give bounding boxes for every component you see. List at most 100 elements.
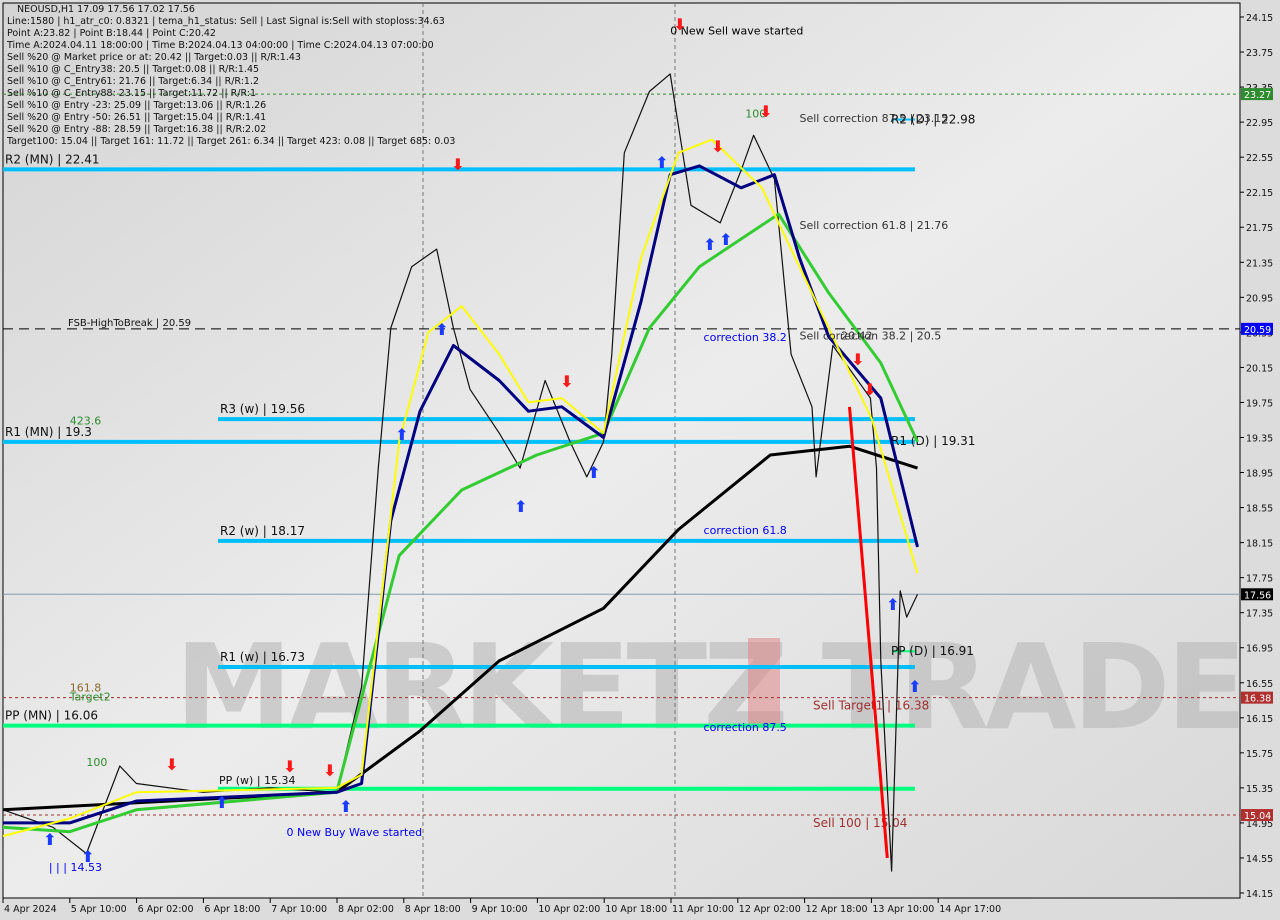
info-line: Point A:23.82 | Point B:18.44 | Point C:…	[7, 28, 216, 39]
watermark-logo-bar	[748, 638, 780, 728]
y-tick-label: 20.15	[1246, 363, 1273, 374]
sell-arrow-icon: ⬇	[165, 755, 178, 774]
y-tick-label: 20.95	[1246, 293, 1273, 304]
x-tick-label: 9 Apr 10:00	[472, 904, 528, 915]
x-tick-label: 5 Apr 10:00	[71, 904, 127, 915]
y-tick-label: 19.75	[1246, 398, 1273, 409]
buy-arrow-icon: ⬆	[703, 235, 716, 254]
info-line: Sell %20 @ Entry -50: 26.51 || Target:15…	[7, 112, 267, 123]
buy-arrow-icon: ⬆	[587, 463, 600, 482]
y-tick-label: 21.35	[1246, 258, 1273, 269]
y-tick-label: 22.15	[1246, 188, 1273, 199]
price-tag-label: 23.27	[1244, 90, 1271, 101]
y-tick-label: 18.15	[1246, 539, 1273, 550]
y-tick-label: 22.55	[1246, 153, 1273, 164]
x-tick-label: 7 Apr 10:00	[271, 904, 327, 915]
y-tick-label: 16.95	[1246, 644, 1273, 655]
price-axis[interactable]: 24.1523.7523.3522.9522.5522.1521.7521.35…	[1240, 13, 1273, 900]
buy-arrow-icon: ⬆	[886, 595, 899, 614]
y-tick-label: 15.35	[1246, 784, 1273, 795]
info-line: Sell %20 @ Entry -88: 28.59 || Target:16…	[7, 124, 267, 135]
sell-arrow-icon: ⬇	[863, 380, 876, 399]
x-tick-label: 6 Apr 02:00	[138, 904, 194, 915]
x-tick-label: 8 Apr 02:00	[338, 904, 394, 915]
chart-annotation: correction 87.5	[704, 721, 787, 734]
x-tick-label: 12 Apr 02:00	[739, 904, 801, 915]
sell-arrow-icon: ⬇	[851, 350, 864, 369]
price-tag-label: 15.04	[1244, 811, 1271, 822]
y-tick-label: 21.75	[1246, 223, 1273, 234]
y-tick-label: 17.75	[1246, 574, 1273, 585]
y-tick-label: 15.75	[1246, 749, 1273, 760]
sell-arrow-icon: ⬇	[759, 102, 772, 121]
info-line: Sell %10 @ Entry -23: 25.09 || Target:13…	[7, 100, 267, 111]
level-label: R2 (MN) | 22.41	[5, 152, 100, 166]
chart-annotation: correction 61.8	[704, 524, 787, 537]
level-label: R2 (w) | 18.17	[220, 524, 305, 538]
buy-arrow-icon: ⬆	[215, 793, 228, 812]
sell-arrow-icon: ⬇	[323, 761, 336, 780]
symbol-ohlc: NEOUSD,H1 17.09 17.56 17.02 17.56	[17, 4, 195, 15]
level-label: FSB-HighToBreak | 20.59	[68, 318, 191, 329]
y-tick-label: 16.15	[1246, 714, 1273, 725]
x-tick-label: 11 Apr 10:00	[672, 904, 734, 915]
chart-annotation: correction 38.2	[704, 331, 787, 344]
info-line: Sell %10 @ C_Entry61: 21.76 || Target:6.…	[7, 76, 260, 87]
info-line: Sell %10 @ C_Entry38: 20.5 || Target:0.0…	[7, 64, 260, 75]
y-tick-label: 17.35	[1246, 609, 1273, 620]
buy-arrow-icon: ⬆	[395, 425, 408, 444]
info-line: Target100: 15.04 || Target 161: 11.72 ||…	[7, 136, 456, 147]
y-tick-label: 24.15	[1246, 13, 1273, 24]
y-tick-label: 14.15	[1246, 889, 1273, 900]
buy-arrow-icon: ⬆	[908, 677, 921, 696]
info-line: Time A:2024.04.11 18:00:00 | Time B:2024…	[7, 40, 434, 51]
level-label: Sell Target1 | 16.38	[813, 699, 929, 713]
y-tick-label: 18.95	[1246, 469, 1273, 480]
x-tick-label: 13 Apr 10:00	[872, 904, 934, 915]
x-tick-label: 10 Apr 02:00	[538, 904, 600, 915]
sell-arrow-icon: ⬇	[283, 757, 296, 776]
level-label: PP (MN) | 16.06	[5, 709, 98, 723]
sell-arrow-icon: ⬇	[711, 137, 724, 156]
y-tick-label: 18.55	[1246, 504, 1273, 515]
buy-arrow-icon: ⬆	[435, 320, 448, 339]
info-line: Sell %10 @ C_Entry88: 23.15 || Target:11…	[7, 88, 257, 99]
level-label: R3 (w) | 19.56	[220, 402, 305, 416]
info-line: Line:1580 | h1_atr_c0: 0.8321 | tema_h1_…	[7, 16, 445, 27]
buy-arrow-icon: ⬆	[514, 497, 527, 516]
buy-arrow-icon: ⬆	[43, 830, 56, 849]
buy-arrow-icon: ⬆	[719, 230, 732, 249]
buy-arrow-icon: ⬆	[655, 153, 668, 172]
time-axis[interactable]: 4 Apr 2024 5 Apr 10:00 6 Apr 02:00 6 Apr 18…	[2, 898, 1001, 915]
y-tick-label: 16.55	[1246, 679, 1273, 690]
level-label: R1 (D) | 19.31	[891, 434, 975, 448]
price-tag-label: 17.56	[1244, 590, 1271, 601]
watermark: MARKETZ TRADE	[175, 618, 1247, 756]
buy-arrow-icon: ⬆	[339, 797, 352, 816]
chart-annotation: 0 New Sell wave started	[670, 25, 803, 38]
y-tick-label: 22.95	[1246, 118, 1273, 129]
y-tick-label: 14.55	[1246, 854, 1273, 865]
level-label: PP (D) | 16.91	[891, 644, 974, 658]
x-tick-label: 4 Apr 2024	[4, 904, 57, 915]
price-tag-label: 16.38	[1244, 694, 1271, 705]
chart-annotation: 100	[86, 756, 107, 769]
price-tag-label: 20.59	[1244, 325, 1271, 336]
y-tick-label: 19.35	[1246, 433, 1273, 444]
sell-arrow-icon: ⬇	[560, 372, 573, 391]
chart-annotation: Target2	[69, 690, 111, 703]
sell-arrow-icon: ⬇	[673, 15, 686, 34]
chart-annotation: 20.42	[841, 329, 873, 342]
sell-arrow-icon: ⬇	[451, 155, 464, 174]
watermark-text: MARKETZ TRADE	[175, 618, 1243, 756]
x-tick-label: 10 Apr 18:00	[605, 904, 667, 915]
chart-annotation: Sell correction 61.8 | 21.76	[799, 219, 948, 232]
chart-annotation: 0 New Buy Wave started	[287, 826, 423, 839]
x-tick-label: 6 Apr 18:00	[204, 904, 260, 915]
info-line: Sell %20 @ Market price or at: 20.42 || …	[7, 52, 301, 63]
y-tick-label: 23.75	[1246, 48, 1273, 59]
x-tick-label: 12 Apr 18:00	[806, 904, 868, 915]
chart-annotation: Sell correction 87.5 | 23.15	[799, 112, 948, 125]
x-tick-label: 14 Apr 17:00	[939, 904, 1001, 915]
buy-arrow-icon: ⬆	[81, 847, 94, 866]
